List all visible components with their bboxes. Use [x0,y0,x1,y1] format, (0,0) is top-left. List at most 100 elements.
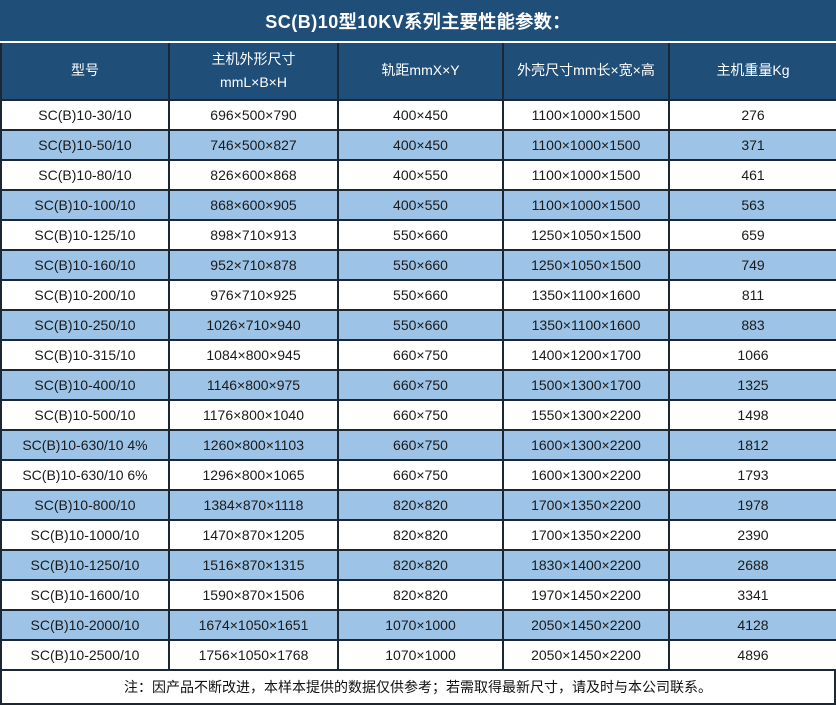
table-row: SC(B)10-50/10 746×500×827 400×450 1100×1… [1,130,836,160]
cell-shell-size: 1500×1300×1700 [503,370,669,400]
cell-rail-gauge: 400×450 [338,100,503,130]
cell-weight: 883 [669,310,836,340]
table-row: SC(B)10-1000/10 1470×870×1205 820×820 17… [1,520,836,550]
cell-weight: 4896 [669,640,836,670]
cell-unit-dimensions: 696×500×790 [169,100,338,130]
cell-shell-size: 1550×1300×2200 [503,400,669,430]
cell-model: SC(B)10-1600/10 [1,580,169,610]
cell-unit-dimensions: 1590×870×1506 [169,580,338,610]
cell-weight: 1978 [669,490,836,520]
cell-model: SC(B)10-250/10 [1,310,169,340]
cell-shell-size: 1100×1000×1500 [503,190,669,220]
cell-weight: 4128 [669,610,836,640]
cell-model: SC(B)10-30/10 [1,100,169,130]
cell-rail-gauge: 660×750 [338,400,503,430]
cell-model: SC(B)10-1250/10 [1,550,169,580]
cell-weight: 659 [669,220,836,250]
cell-model: SC(B)10-2500/10 [1,640,169,670]
table-row: SC(B)10-250/10 1026×710×940 550×660 1350… [1,310,836,340]
cell-shell-size: 2050×1450×2200 [503,610,669,640]
cell-model: SC(B)10-630/10 6% [1,460,169,490]
col-header-label: 型号 [2,59,168,82]
cell-rail-gauge: 550×660 [338,310,503,340]
cell-rail-gauge: 550×660 [338,280,503,310]
col-header-label: 主机外形尺寸 [170,48,337,71]
cell-unit-dimensions: 898×710×913 [169,220,338,250]
col-header-label: 外壳尺寸mm长×宽×高 [504,59,668,82]
cell-model: SC(B)10-500/10 [1,400,169,430]
table-row: SC(B)10-800/10 1384×870×1118 820×820 170… [1,490,836,520]
col-header-weight: 主机重量Kg [669,43,836,100]
footer-note: 注：因产品不断改进，本样本提供的数据仅供参考；若需取得最新尺寸，请及时与本公司联… [0,671,836,705]
cell-weight: 1498 [669,400,836,430]
cell-unit-dimensions: 1756×1050×1768 [169,640,338,670]
table-row: SC(B)10-500/10 1176×800×1040 660×750 155… [1,400,836,430]
cell-weight: 2688 [669,550,836,580]
cell-model: SC(B)10-50/10 [1,130,169,160]
table-row: SC(B)10-80/10 826×600×868 400×550 1100×1… [1,160,836,190]
cell-shell-size: 1100×1000×1500 [503,130,669,160]
page-title: SC(B)10型10KV系列主要性能参数： [0,0,836,41]
cell-weight: 1066 [669,340,836,370]
cell-unit-dimensions: 952×710×878 [169,250,338,280]
cell-rail-gauge: 820×820 [338,520,503,550]
cell-unit-dimensions: 1470×870×1205 [169,520,338,550]
cell-unit-dimensions: 1084×800×945 [169,340,338,370]
table-row: SC(B)10-2000/10 1674×1050×1651 1070×1000… [1,610,836,640]
table-row: SC(B)10-125/10 898×710×913 550×660 1250×… [1,220,836,250]
cell-weight: 2390 [669,520,836,550]
cell-model: SC(B)10-100/10 [1,190,169,220]
cell-model: SC(B)10-800/10 [1,490,169,520]
cell-rail-gauge: 660×750 [338,430,503,460]
cell-shell-size: 1250×1050×1500 [503,250,669,280]
cell-weight: 1793 [669,460,836,490]
cell-unit-dimensions: 1674×1050×1651 [169,610,338,640]
cell-rail-gauge: 820×820 [338,550,503,580]
col-header-rail-gauge: 轨距mmX×Y [338,43,503,100]
table-row: SC(B)10-2500/10 1756×1050×1768 1070×1000… [1,640,836,670]
table-row: SC(B)10-630/10 6% 1296×800×1065 660×750 … [1,460,836,490]
col-header-shell-size: 外壳尺寸mm长×宽×高 [503,43,669,100]
cell-unit-dimensions: 746×500×827 [169,130,338,160]
table-row: SC(B)10-630/10 4% 1260×800×1103 660×750 … [1,430,836,460]
table-row: SC(B)10-200/10 976×710×925 550×660 1350×… [1,280,836,310]
cell-weight: 461 [669,160,836,190]
cell-rail-gauge: 660×750 [338,370,503,400]
col-header-label: 主机重量Kg [670,59,836,82]
col-header-unit-dimensions: 主机外形尺寸 mmL×B×H [169,43,338,100]
cell-shell-size: 1350×1100×1600 [503,280,669,310]
cell-rail-gauge: 400×450 [338,130,503,160]
cell-unit-dimensions: 1516×870×1315 [169,550,338,580]
cell-rail-gauge: 1070×1000 [338,640,503,670]
cell-unit-dimensions: 1384×870×1118 [169,490,338,520]
table-body: SC(B)10-30/10 696×500×790 400×450 1100×1… [1,100,836,670]
cell-model: SC(B)10-125/10 [1,220,169,250]
table-row: SC(B)10-100/10 868×600×905 400×550 1100×… [1,190,836,220]
cell-shell-size: 1600×1300×2200 [503,430,669,460]
cell-shell-size: 1600×1300×2200 [503,460,669,490]
table-header: 型号 主机外形尺寸 mmL×B×H 轨距mmX×Y 外壳尺寸mm长×宽×高 主机… [1,43,836,100]
cell-rail-gauge: 1070×1000 [338,610,503,640]
header-row: 型号 主机外形尺寸 mmL×B×H 轨距mmX×Y 外壳尺寸mm长×宽×高 主机… [1,43,836,100]
cell-shell-size: 1250×1050×1500 [503,220,669,250]
cell-rail-gauge: 660×750 [338,340,503,370]
col-header-label: 轨距mmX×Y [339,59,502,82]
table-row: SC(B)10-30/10 696×500×790 400×450 1100×1… [1,100,836,130]
cell-shell-size: 1100×1000×1500 [503,160,669,190]
cell-weight: 1812 [669,430,836,460]
cell-rail-gauge: 820×820 [338,580,503,610]
table-row: SC(B)10-1600/10 1590×870×1506 820×820 19… [1,580,836,610]
cell-unit-dimensions: 1176×800×1040 [169,400,338,430]
cell-shell-size: 1350×1100×1600 [503,310,669,340]
cell-shell-size: 1830×1400×2200 [503,550,669,580]
cell-weight: 1325 [669,370,836,400]
cell-unit-dimensions: 1146×800×975 [169,370,338,400]
cell-model: SC(B)10-1000/10 [1,520,169,550]
cell-model: SC(B)10-160/10 [1,250,169,280]
cell-shell-size: 1100×1000×1500 [503,100,669,130]
cell-model: SC(B)10-2000/10 [1,610,169,640]
cell-unit-dimensions: 1260×800×1103 [169,430,338,460]
spec-table: 型号 主机外形尺寸 mmL×B×H 轨距mmX×Y 外壳尺寸mm长×宽×高 主机… [0,43,836,671]
cell-rail-gauge: 820×820 [338,490,503,520]
cell-shell-size: 1970×1450×2200 [503,580,669,610]
